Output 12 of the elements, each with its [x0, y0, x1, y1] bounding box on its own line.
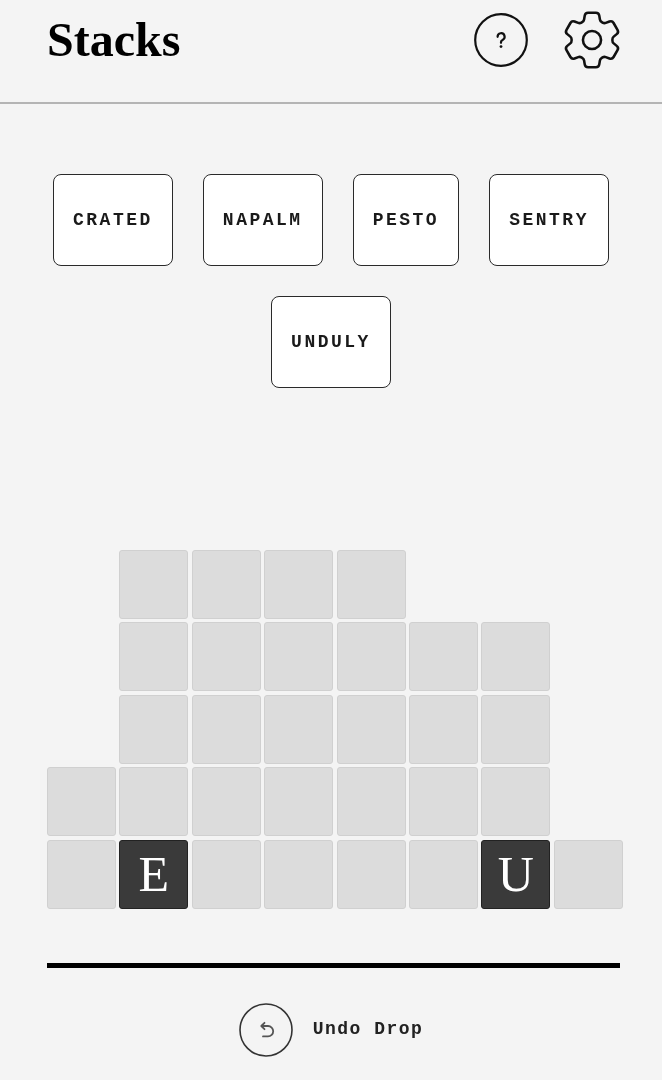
word-card[interactable]: UNDULY — [271, 296, 391, 388]
help-icon[interactable] — [474, 13, 528, 67]
settings-icon[interactable] — [563, 11, 621, 69]
letter-tile: E — [119, 839, 189, 909]
word-card[interactable]: SENTRY — [489, 174, 609, 266]
word-card[interactable]: PESTO — [352, 174, 460, 266]
letter-tile: U — [481, 839, 551, 909]
undo-drop-button[interactable]: Undo Drop — [238, 1002, 424, 1057]
app-title: Stacks — [47, 16, 181, 64]
undo-icon — [238, 1002, 293, 1057]
word-card[interactable]: NAPALM — [202, 174, 323, 266]
word-card[interactable]: CRATED — [53, 174, 173, 266]
